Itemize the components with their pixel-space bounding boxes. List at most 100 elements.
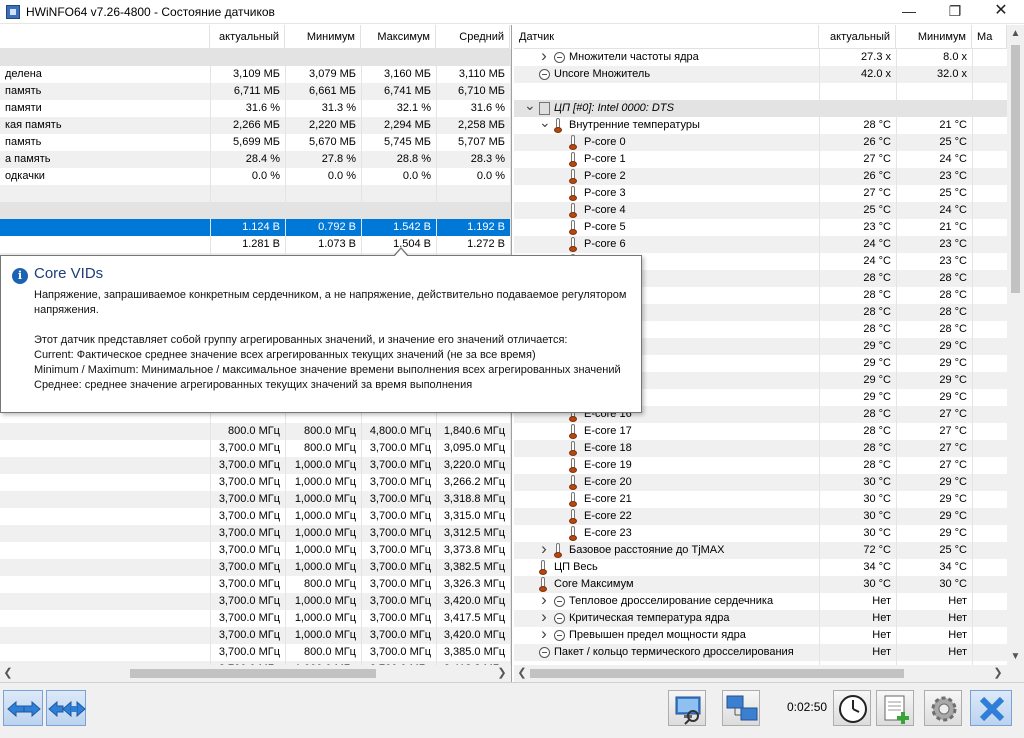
table-row[interactable]: 800.0 МГц 800.0 МГц 4,800.0 МГц 1,840.6 МГц	[0, 423, 511, 440]
table-row[interactable]: а память 28.4 % 27.8 % 28.8 % 28.3 %	[0, 151, 511, 168]
current-value: 26 °C	[863, 170, 891, 182]
minimize-button[interactable]: —	[886, 0, 932, 24]
table-row[interactable]: 3,700.0 МГц 1,000.0 МГц 3,700.0 МГц 3,318.8…	[0, 491, 511, 508]
expand-chevron-icon[interactable]: ›	[539, 625, 549, 642]
sensor-row[interactable]: P-core 3 27 °C 25 °C	[514, 185, 1024, 202]
expand-chevron-icon[interactable]: ›	[539, 540, 549, 557]
vertical-scroll-thumb[interactable]	[1011, 45, 1020, 293]
scroll-down-arrow-icon[interactable]: ▼	[1009, 650, 1022, 663]
table-row[interactable]	[0, 185, 511, 202]
column-header[interactable]: Максимум	[361, 25, 436, 49]
table-row[interactable]: память 5,699 МБ 5,670 МБ 5,745 МБ 5,707 МБ	[0, 134, 511, 151]
scroll-right-arrow-icon[interactable]: ❯	[496, 667, 508, 680]
column-header[interactable]: актуальный	[819, 25, 896, 49]
sensor-row[interactable]: › Критическая температура ядра Нет Нет	[514, 608, 1024, 627]
sensor-row[interactable]: E-core 19 28 °C 27 °C	[514, 457, 1024, 474]
minimum-value: 28 °C	[939, 306, 967, 318]
sensor-label: P-core 4	[584, 204, 626, 216]
table-row[interactable]	[0, 202, 511, 219]
table-row[interactable]: память 6,711 МБ 6,661 МБ 6,741 МБ 6,710 МБ	[0, 83, 511, 100]
scroll-thumb[interactable]	[530, 669, 904, 678]
sensor-row[interactable]: P-core 5 23 °C 21 °C	[514, 219, 1024, 236]
sensor-row[interactable]: Uncore Множитель 42.0 x 32.0 x	[514, 66, 1024, 83]
minus-circle-icon	[554, 52, 565, 63]
row-value: 1,000.0 МГц	[294, 476, 356, 488]
table-row[interactable]: 1.281 В 1.073 В 1.504 В 1.272 В	[0, 236, 511, 253]
sensor-row[interactable]: E-core 21 30 °C 29 °C	[514, 491, 1024, 508]
column-header[interactable]	[0, 25, 210, 49]
report-button[interactable]	[668, 690, 706, 726]
row-value	[285, 49, 361, 66]
reset-timer-button[interactable]	[833, 690, 871, 726]
expand-chevron-icon[interactable]: ›	[539, 47, 549, 64]
table-row[interactable]: 3,700.0 МГц 800.0 МГц 3,700.0 МГц 3,326.3 М…	[0, 576, 511, 593]
scroll-thumb[interactable]	[130, 669, 376, 678]
table-row[interactable]: одкачки 0.0 % 0.0 % 0.0 % 0.0 %	[0, 168, 511, 185]
collapse-chevron-icon[interactable]: ⌄	[524, 98, 536, 112]
table-row[interactable]: 3,700.0 МГц 1,000.0 МГц 3,700.0 МГц 3,266.2…	[0, 474, 511, 491]
sensor-row[interactable]: › Превышен предел мощности ядра Нет Нет	[514, 625, 1024, 644]
sensor-row[interactable]: › Множители частоты ядра 27.3 x 8.0 x	[514, 47, 1024, 66]
column-header[interactable]: Ма	[972, 25, 1007, 49]
row-value: 3,110 МБ	[458, 68, 505, 80]
table-row[interactable]: 3,700.0 МГц 1,000.0 МГц 3,700.0 МГц 3,382.5…	[0, 559, 511, 576]
sensor-row[interactable]: E-core 20 30 °C 29 °C	[514, 474, 1024, 491]
expand-chevron-icon[interactable]: ›	[539, 608, 549, 625]
sensor-row[interactable]: P-core 1 27 °C 24 °C	[514, 151, 1024, 168]
table-row[interactable]: 3,700.0 МГц 1,000.0 МГц 3,700.0 МГц 3,420.0…	[0, 593, 511, 610]
sensor-row[interactable]: P-core 2 26 °C 23 °C	[514, 168, 1024, 185]
switch-layout-expand-button[interactable]	[46, 690, 86, 726]
table-row[interactable]: кая память 2,266 МБ 2,220 МБ 2,294 МБ 2,258 …	[0, 117, 511, 134]
sensor-row[interactable]: E-core 22 30 °C 29 °C	[514, 508, 1024, 525]
scroll-left-arrow-icon[interactable]: ❮	[516, 667, 528, 680]
sensor-row[interactable]: Core Максимум 30 °C 30 °C	[514, 576, 1024, 593]
row-label	[0, 525, 210, 542]
row-value: 1.192 В	[467, 221, 505, 233]
settings-button[interactable]	[924, 690, 962, 726]
logging-button[interactable]	[876, 690, 914, 726]
collapse-chevron-icon[interactable]: ⌄	[539, 115, 551, 129]
sensor-row[interactable]: › Базовое расстояние до TjMAX 72 °C 25 °C	[514, 540, 1024, 559]
network-button[interactable]	[722, 690, 760, 726]
sensor-row[interactable]: P-core 0 26 °C 25 °C	[514, 134, 1024, 151]
table-row[interactable]: 3,700.0 МГц 1,000.0 МГц 3,700.0 МГц 3,220.0…	[0, 457, 511, 474]
close-sensors-button[interactable]	[970, 690, 1012, 726]
sensor-row[interactable]: P-core 4 25 °C 24 °C	[514, 202, 1024, 219]
sensor-row[interactable]: P-core 6 24 °C 23 °C	[514, 236, 1024, 253]
right-vertical-scrollbar[interactable]: ▲ ▼	[1007, 25, 1024, 665]
scroll-left-arrow-icon[interactable]: ❮	[2, 667, 14, 680]
column-header[interactable]: Минимум	[896, 25, 972, 49]
sensor-row[interactable]: ⌄ ЦП [#0]: Intel 0000: DTS	[514, 98, 1024, 117]
column-header[interactable]: актуальный	[210, 25, 285, 49]
sensor-row[interactable]	[514, 83, 1024, 100]
table-row[interactable]: делена 3,109 МБ 3,079 МБ 3,160 МБ 3,110 МБ	[0, 66, 511, 83]
column-header[interactable]: Датчик	[514, 25, 819, 49]
table-row[interactable]: 3,700.0 МГц 800.0 МГц 3,700.0 МГц 3,385.0 М…	[0, 644, 511, 661]
table-row[interactable]: 3,700.0 МГц 1,000.0 МГц 3,700.0 МГц 3,420.0…	[0, 627, 511, 644]
sensor-row[interactable]: ⌄ Внутренние температуры 28 °C 21 °C	[514, 115, 1024, 134]
sensor-row[interactable]: Пакет / кольцо термического дросселирова…	[514, 644, 1024, 661]
sensor-row[interactable]: ЦП Весь 34 °C 34 °C	[514, 559, 1024, 576]
scroll-right-arrow-icon[interactable]: ❯	[992, 667, 1004, 680]
table-row[interactable]: 3,700.0 МГц 1,000.0 МГц 3,700.0 МГц 3,373.8…	[0, 542, 511, 559]
column-header[interactable]: Средний	[436, 25, 510, 49]
sensor-row[interactable]: E-core 18 28 °C 27 °C	[514, 440, 1024, 457]
table-row[interactable]: 3,700.0 МГц 1,000.0 МГц 3,700.0 МГц 3,315.0…	[0, 508, 511, 525]
close-window-button[interactable]: ✕	[978, 0, 1024, 24]
scroll-up-arrow-icon[interactable]: ▲	[1009, 27, 1022, 40]
column-header[interactable]: Минимум	[285, 25, 361, 49]
table-row[interactable]: 1.124 В 0.792 В 1.542 В 1.192 В	[0, 219, 511, 236]
table-row[interactable]: 3,700.0 МГц 1,000.0 МГц 3,700.0 МГц 3,312.5…	[0, 525, 511, 542]
right-horizontal-scrollbar[interactable]: ❮ ❯	[514, 665, 1024, 682]
sensor-row[interactable]: E-core 23 30 °C 29 °C	[514, 525, 1024, 542]
sensor-row[interactable]: E-core 17 28 °C 27 °C	[514, 423, 1024, 440]
expand-chevron-icon[interactable]: ›	[539, 591, 549, 608]
switch-layout-left-right-button[interactable]	[3, 690, 43, 726]
left-horizontal-scrollbar[interactable]: ❮ ❯	[0, 665, 511, 682]
table-row[interactable]	[0, 49, 511, 66]
table-row[interactable]: 3,700.0 МГц 1,000.0 МГц 3,700.0 МГц 3,417.5…	[0, 610, 511, 627]
maximize-button[interactable]: ❐	[932, 0, 978, 24]
sensor-row[interactable]: › Тепловое дросселирование сердечника Нет Н…	[514, 591, 1024, 610]
table-row[interactable]: памяти 31.6 % 31.3 % 32.1 % 31.6 %	[0, 100, 511, 117]
table-row[interactable]: 3,700.0 МГц 800.0 МГц 3,700.0 МГц 3,095.0 М…	[0, 440, 511, 457]
